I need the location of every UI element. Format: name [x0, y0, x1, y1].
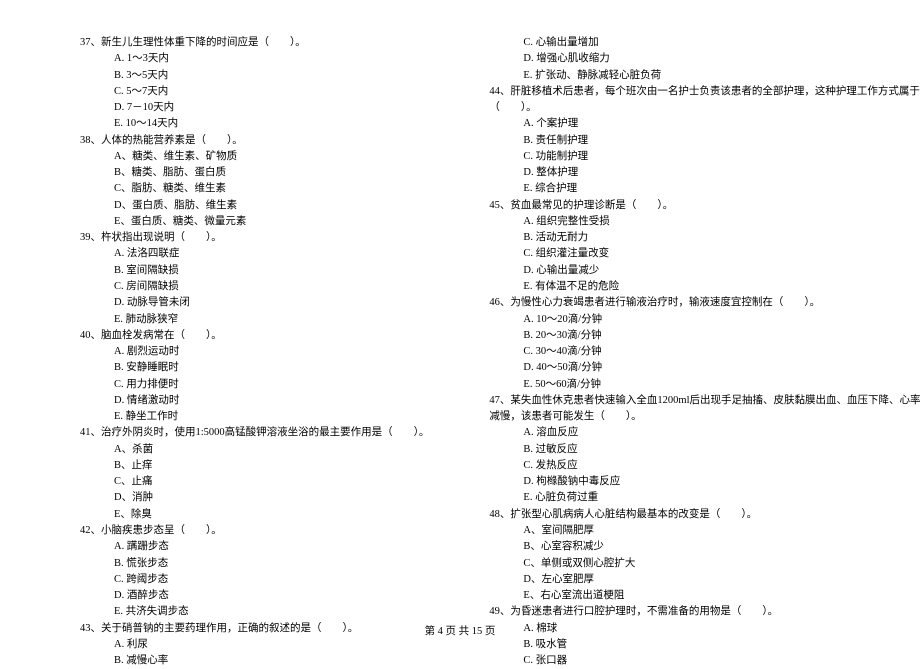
q44-opt-b: B. 责任制护理	[489, 133, 920, 149]
q45-opt-d: D. 心输出量减少	[489, 263, 920, 279]
q44-opt-a: A. 个案护理	[489, 116, 920, 132]
right-column: C. 心输出量增加 D. 增强心肌收缩力 E. 扩张动、静脉减轻心脏负荷 44、…	[489, 35, 920, 610]
q43-opt-c: C. 心输出量增加	[489, 35, 920, 51]
q46-text: 46、为慢性心力衰竭患者进行输液治疗时，输液速度宜控制在（ ）。	[489, 295, 920, 311]
q38-opt-c: C、脂肪、糖类、维生素	[80, 181, 429, 197]
q40-opt-b: B. 安静睡眠时	[80, 360, 429, 376]
q43-opt-e: E. 扩张动、静脉减轻心脏负荷	[489, 68, 920, 84]
q42-opt-a: A. 蹒跚步态	[80, 539, 429, 555]
q39-opt-b: B. 室间隔缺损	[80, 263, 429, 279]
q38-opt-a: A、糖类、维生素、矿物质	[80, 149, 429, 165]
q48-opt-a: A、室间隔肥厚	[489, 523, 920, 539]
q37-opt-e: E. 10～14天内	[80, 116, 429, 132]
q46-opt-a: A. 10～20滴/分钟	[489, 312, 920, 328]
q42-opt-c: C. 跨阈步态	[80, 572, 429, 588]
q47-opt-b: B. 过敏反应	[489, 442, 920, 458]
q41-text: 41、治疗外阴炎时，使用1:5000高锰酸钾溶液坐浴的最主要作用是（ ）。	[80, 425, 429, 441]
q49-text: 49、为昏迷患者进行口腔护理时，不需准备的用物是（ ）。	[489, 604, 920, 620]
q46-opt-b: B. 20～30滴/分钟	[489, 328, 920, 344]
q48-opt-c: C、单侧或双侧心腔扩大	[489, 556, 920, 572]
q45-opt-e: E. 有体温不足的危险	[489, 279, 920, 295]
q39-opt-c: C. 房间隔缺损	[80, 279, 429, 295]
q38-opt-e: E、蛋白质、糖类、微量元素	[80, 214, 429, 230]
q40-text: 40、脑血栓发病常在（ ）。	[80, 328, 429, 344]
q43-opt-d: D. 增强心肌收缩力	[489, 51, 920, 67]
q49-opt-b: B. 吸水管	[489, 637, 920, 653]
q41-opt-a: A、杀菌	[80, 442, 429, 458]
q46-opt-d: D. 40～50滴/分钟	[489, 360, 920, 376]
q38-opt-b: B、糖类、脂肪、蛋白质	[80, 165, 429, 181]
q41-opt-b: B、止痒	[80, 458, 429, 474]
q47-text2: 减慢，该患者可能发生（ ）。	[489, 409, 920, 425]
q43-opt-b: B. 减慢心率	[80, 653, 429, 669]
q44-opt-e: E. 综合护理	[489, 181, 920, 197]
q42-opt-d: D. 酒醉步态	[80, 588, 429, 604]
q41-opt-e: E、除臭	[80, 507, 429, 523]
q37-opt-c: C. 5～7天内	[80, 84, 429, 100]
q37-opt-b: B. 3～5天内	[80, 68, 429, 84]
page-footer: 第 4 页 共 15 页	[0, 623, 920, 638]
q45-opt-b: B. 活动无耐力	[489, 230, 920, 246]
q47-text: 47、某失血性休克患者快速输入全血1200ml后出现手足抽搐、皮肤黏膜出血、血压…	[489, 393, 920, 409]
q40-opt-c: C. 用力排便时	[80, 377, 429, 393]
q46-opt-c: C. 30～40滴/分钟	[489, 344, 920, 360]
q40-opt-a: A. 剧烈运动时	[80, 344, 429, 360]
q45-opt-c: C. 组织灌注量改变	[489, 246, 920, 262]
q47-opt-a: A. 溶血反应	[489, 425, 920, 441]
q45-text: 45、贫血最常见的护理诊断是（ ）。	[489, 198, 920, 214]
q44-text: 44、肝脏移植术后患者，每个班次由一名护士负责该患者的全部护理，这种护理工作方式…	[489, 84, 920, 100]
q42-opt-b: B. 慌张步态	[80, 556, 429, 572]
q41-opt-d: D、消肿	[80, 490, 429, 506]
q38-opt-d: D、蛋白质、脂肪、维生素	[80, 198, 429, 214]
q42-opt-e: E. 共济失调步态	[80, 604, 429, 620]
q44-opt-d: D. 整体护理	[489, 165, 920, 181]
q43-opt-a: A. 利尿	[80, 637, 429, 653]
q46-opt-e: E. 50～60滴/分钟	[489, 377, 920, 393]
page-columns: 37、新生儿生理性体重下降的时间应是（ ）。 A. 1～3天内 B. 3～5天内…	[80, 35, 840, 610]
q39-text: 39、杵状指出现说明（ ）。	[80, 230, 429, 246]
q45-opt-a: A. 组织完整性受损	[489, 214, 920, 230]
q38-text: 38、人体的热能营养素是（ ）。	[80, 133, 429, 149]
q37-opt-a: A. 1～3天内	[80, 51, 429, 67]
q39-opt-d: D. 动脉导管未闭	[80, 295, 429, 311]
q37-text: 37、新生儿生理性体重下降的时间应是（ ）。	[80, 35, 429, 51]
q39-opt-e: E. 肺动脉狭窄	[80, 312, 429, 328]
q40-opt-e: E. 静坐工作时	[80, 409, 429, 425]
q39-opt-a: A. 法洛四联症	[80, 246, 429, 262]
q44-opt-c: C. 功能制护理	[489, 149, 920, 165]
q40-opt-d: D. 情绪激动时	[80, 393, 429, 409]
q48-opt-b: B、心室容积减少	[489, 539, 920, 555]
q47-opt-c: C. 发热反应	[489, 458, 920, 474]
q49-opt-c: C. 张口器	[489, 653, 920, 669]
q41-opt-c: C、止痛	[80, 474, 429, 490]
q48-opt-d: D、左心室肥厚	[489, 572, 920, 588]
q42-text: 42、小脑疾患步态呈（ ）。	[80, 523, 429, 539]
q47-opt-d: D. 枸橼酸钠中毒反应	[489, 474, 920, 490]
left-column: 37、新生儿生理性体重下降的时间应是（ ）。 A. 1～3天内 B. 3～5天内…	[80, 35, 429, 610]
q47-opt-e: E. 心脏负荷过重	[489, 490, 920, 506]
q48-opt-e: E、右心室流出道梗阻	[489, 588, 920, 604]
q37-opt-d: D. 7－10天内	[80, 100, 429, 116]
q44-text2: （ ）。	[489, 100, 920, 116]
q48-text: 48、扩张型心肌病病人心脏结构最基本的改变是（ ）。	[489, 507, 920, 523]
